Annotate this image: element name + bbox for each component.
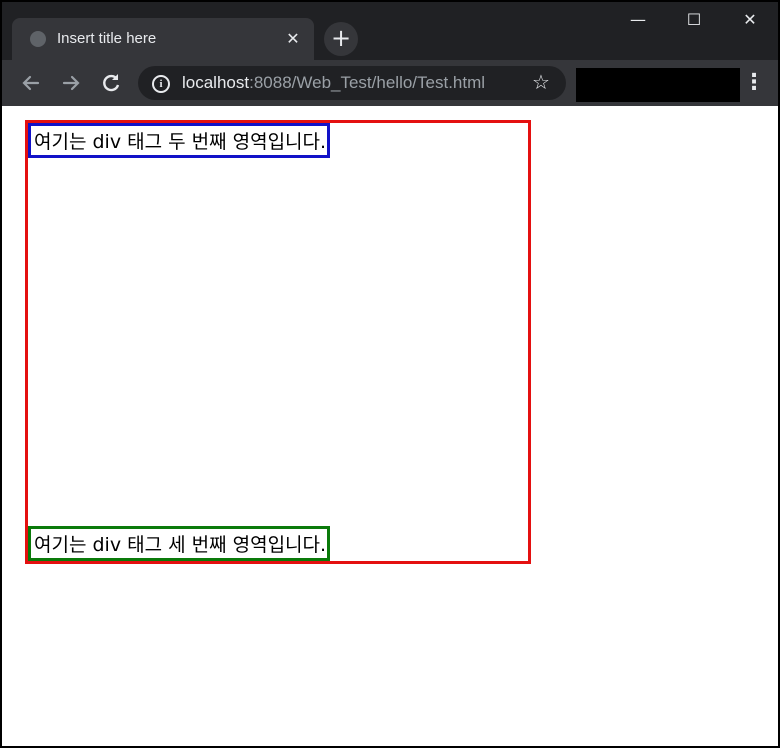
back-arrow-icon[interactable] bbox=[16, 68, 46, 98]
new-tab-button[interactable]: + bbox=[324, 22, 358, 56]
info-icon[interactable]: i bbox=[152, 75, 170, 93]
reload-icon[interactable] bbox=[96, 68, 126, 98]
url-text[interactable]: localhost:8088/Web_Test/hello/Test.html bbox=[182, 73, 485, 93]
globe-icon bbox=[30, 31, 46, 47]
star-icon[interactable]: ☆ bbox=[532, 70, 550, 94]
kebab-menu-icon[interactable]: ⋮ bbox=[742, 68, 766, 98]
browser-tab[interactable]: Insert title here ✕ bbox=[12, 18, 314, 60]
browser-toolbar: i localhost:8088/Web_Test/hello/Test.htm… bbox=[2, 60, 778, 106]
second-div-area: 여기는 div 태그 두 번째 영역입니다. bbox=[28, 123, 331, 158]
forward-arrow-icon[interactable] bbox=[56, 68, 86, 98]
tab-close-icon[interactable]: ✕ bbox=[282, 28, 304, 50]
maximize-button[interactable]: ☐ bbox=[666, 2, 722, 38]
tab-title: Insert title here bbox=[57, 30, 157, 47]
address-bar[interactable]: i localhost:8088/Web_Test/hello/Test.htm… bbox=[138, 66, 566, 100]
redacted-area bbox=[576, 68, 740, 102]
tab-strip: Insert title here ✕ + — ☐ ✕ bbox=[2, 2, 778, 60]
page-viewport: 여기는 div 태그 두 번째 영역입니다. 여기는 div 태그 세 번째 영… bbox=[2, 106, 778, 746]
browser-window: Insert title here ✕ + — ☐ ✕ i localhost:… bbox=[0, 0, 780, 748]
minimize-button[interactable]: — bbox=[610, 2, 666, 38]
third-div-area: 여기는 div 태그 세 번째 영역입니다. bbox=[28, 526, 331, 561]
first-div-area: 여기는 div 태그 두 번째 영역입니다. 여기는 div 태그 세 번째 영… bbox=[25, 120, 531, 564]
close-window-button[interactable]: ✕ bbox=[722, 2, 778, 38]
